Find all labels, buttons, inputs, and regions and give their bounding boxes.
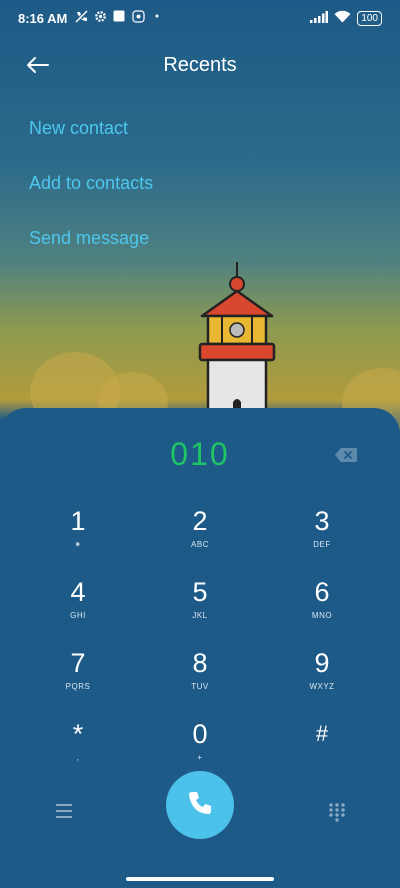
app-notification-icon (131, 9, 145, 23)
new-contact-link[interactable]: New contact (29, 118, 128, 139)
add-to-contacts-link[interactable]: Add to contacts (29, 173, 153, 194)
dial-key-letters: , (76, 753, 80, 762)
dial-key-digit: # (315, 721, 329, 746)
dial-key-2[interactable]: 2 ABC (150, 506, 250, 572)
dial-key-hash[interactable]: # (272, 719, 372, 785)
call-muted-icon (74, 9, 88, 23)
dial-key-letters: ABC (191, 540, 209, 549)
dial-key-letters: WXYZ (309, 682, 335, 691)
dial-key-3[interactable]: 3 DEF (272, 506, 372, 572)
dial-key-digit: 8 (192, 648, 208, 678)
status-bar: 8:16 AM 100 (0, 0, 400, 38)
send-message-link[interactable]: Send message (29, 228, 149, 249)
dial-key-8[interactable]: 8 TUV (150, 648, 250, 714)
dial-key-9[interactable]: 9 WXYZ (272, 648, 372, 714)
signal-icon (310, 10, 329, 26)
settings-icon (93, 9, 107, 23)
notification-icons (74, 9, 164, 23)
dial-key-star[interactable]: * , (28, 719, 128, 785)
dial-key-letters: + (197, 753, 203, 762)
phone-icon (185, 788, 215, 823)
more-notifications-dot (150, 9, 164, 23)
dial-key-6[interactable]: 6 MNO (272, 577, 372, 643)
battery-indicator: 100 (357, 10, 382, 26)
dial-key-digit: 9 (314, 648, 330, 678)
menu-icon[interactable] (54, 802, 74, 820)
dial-key-letters: PQRS (65, 682, 91, 691)
dial-key-digit: 6 (314, 577, 330, 607)
dial-key-5[interactable]: 5 JKL (150, 577, 250, 643)
dial-key-letters: GHI (70, 611, 86, 620)
call-button[interactable] (166, 771, 234, 839)
home-indicator[interactable] (126, 877, 274, 881)
wifi-icon (334, 10, 351, 26)
system-status-icons: 100 (310, 10, 382, 26)
dial-key-letters: DEF (313, 540, 331, 549)
dial-key-digit: * (72, 719, 84, 749)
status-time: 8:16 AM (18, 11, 68, 26)
lighthouse-illustration (196, 262, 280, 414)
page-title: Recents (163, 54, 237, 76)
dial-key-digit: 7 (70, 648, 86, 678)
dial-key-digit: 2 (192, 506, 208, 536)
dial-key-4[interactable]: 4 GHI (28, 577, 128, 643)
dial-key-1[interactable]: 1 ⁕ (28, 506, 128, 572)
dialpad-icon[interactable] (327, 802, 347, 822)
dial-key-letters: MNO (311, 611, 333, 620)
dial-key-digit: 5 (192, 577, 208, 607)
square-notification-icon (112, 9, 126, 23)
dial-key-digit: 1 (70, 506, 86, 536)
dial-key-digit: 0 (192, 719, 208, 749)
dial-key-7[interactable]: 7 PQRS (28, 648, 128, 714)
backspace-icon[interactable] (334, 447, 358, 463)
dial-key-letters: TUV (191, 682, 209, 691)
dial-key-digit: 3 (314, 506, 330, 536)
app-bar: Recents (0, 44, 400, 88)
dial-key-digit: 4 (70, 577, 86, 607)
dialer-screen: 8:16 AM 100 Recents New contact Add to c… (0, 0, 400, 888)
dial-key-letters: JKL (192, 611, 208, 620)
voicemail-icon: ⁕ (74, 540, 82, 549)
